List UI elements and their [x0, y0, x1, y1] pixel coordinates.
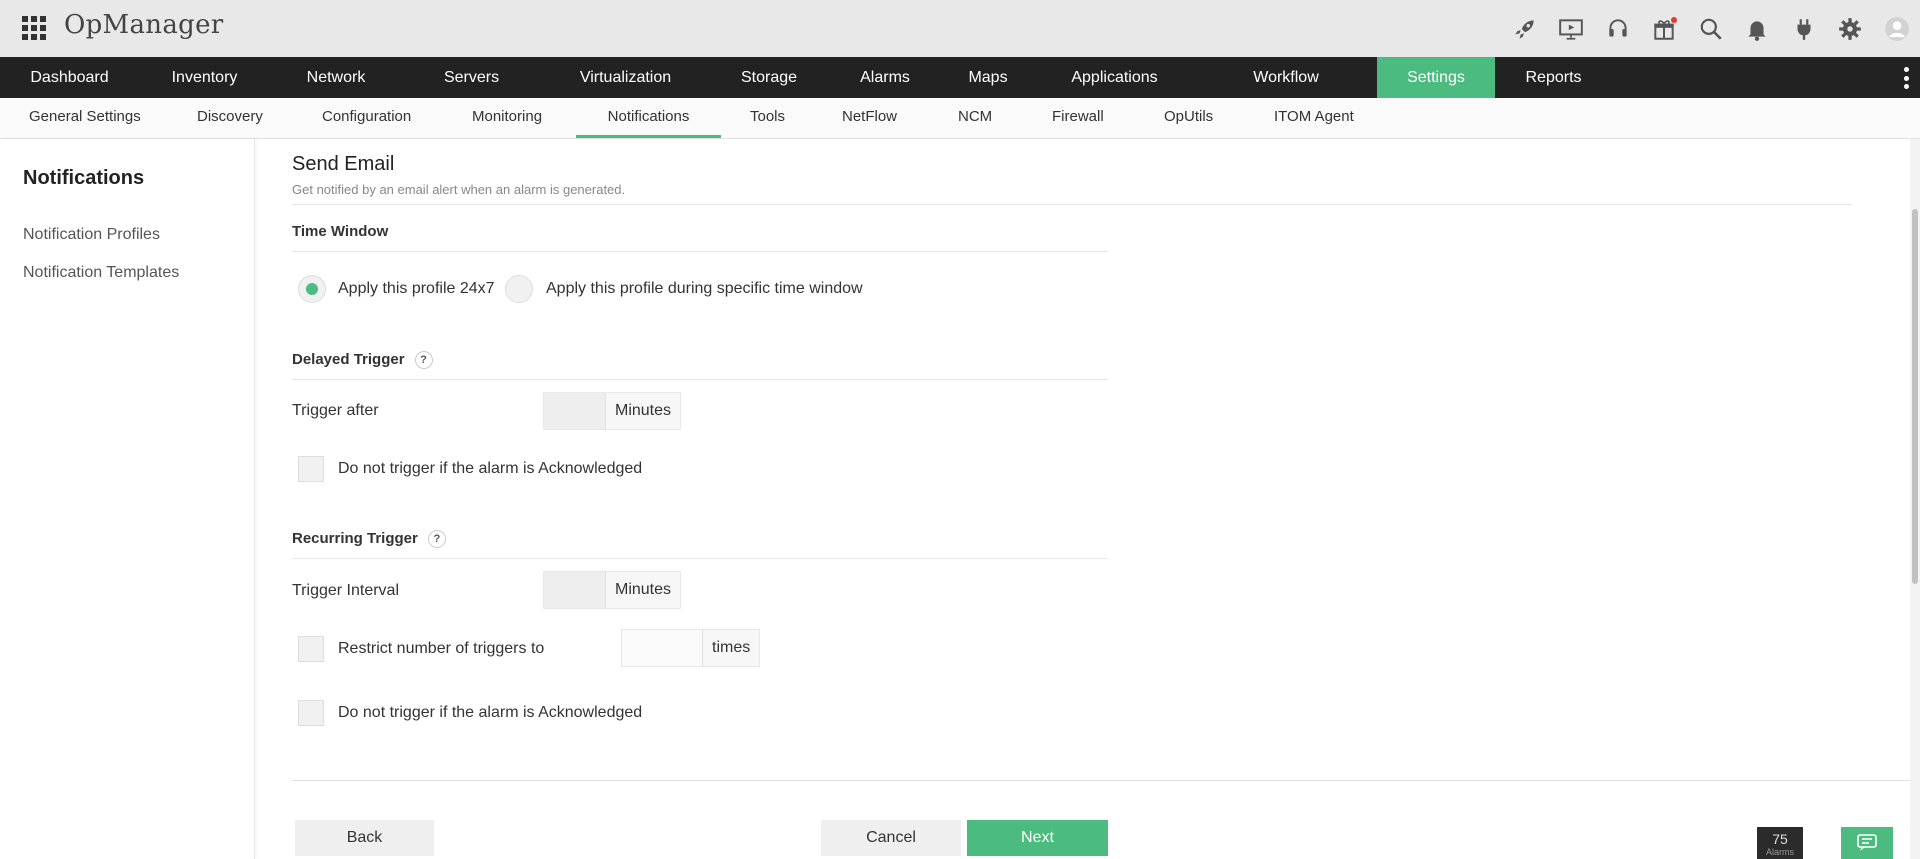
notifications-sidebar: Notifications Notification Profiles Noti…	[0, 139, 255, 859]
subnav-discovery[interactable]: Discovery	[197, 98, 263, 138]
rocket-icon[interactable]	[1502, 0, 1549, 57]
header-icon-bar	[1502, 0, 1920, 57]
delayed-trigger-heading-text: Delayed Trigger	[292, 351, 405, 368]
more-options-icon[interactable]	[1904, 67, 1910, 89]
cancel-button[interactable]: Cancel	[821, 820, 961, 856]
trigger-after-input[interactable]	[544, 393, 606, 429]
divider	[292, 379, 1108, 380]
alarms-count-badge[interactable]: 75 Alarms	[1757, 827, 1803, 859]
recurring-ack-label: Do not trigger if the alarm is Acknowled…	[338, 704, 643, 721]
radio-24x7-label: Apply this profile 24x7	[338, 280, 495, 297]
restrict-triggers-label: Restrict number of triggers to	[338, 640, 545, 657]
radio-specific-time-window-label: Apply this profile during specific time …	[546, 280, 863, 297]
apps-grid-icon[interactable]	[22, 16, 46, 40]
plug-icon[interactable]	[1781, 0, 1828, 57]
subnav-notifications[interactable]: Notifications	[576, 98, 721, 138]
divider	[292, 251, 1108, 252]
delayed-trigger-heading: Delayed Trigger?	[292, 351, 433, 369]
user-avatar-icon[interactable]	[1874, 0, 1920, 57]
nav-reports[interactable]: Reports	[1495, 57, 1612, 98]
trigger-interval-label: Trigger Interval	[292, 582, 399, 599]
nav-inventory[interactable]: Inventory	[139, 57, 270, 98]
next-button[interactable]: Next	[967, 820, 1108, 856]
notification-dot	[1670, 17, 1677, 23]
main-navigation: Dashboard Inventory Network Servers Virt…	[0, 57, 1920, 98]
subnav-configuration[interactable]: Configuration	[322, 98, 411, 138]
nav-applications[interactable]: Applications	[1034, 57, 1195, 98]
bell-icon[interactable]	[1734, 0, 1781, 57]
subnav-monitoring[interactable]: Monitoring	[472, 98, 542, 138]
trigger-interval-unit: Minutes	[606, 572, 681, 608]
alarms-count: 75	[1772, 831, 1788, 847]
nav-storage[interactable]: Storage	[710, 57, 828, 98]
subnav-itom-agent[interactable]: ITOM Agent	[1274, 98, 1354, 138]
trigger-after-unit: Minutes	[606, 393, 681, 429]
page-scrollbar[interactable]	[1910, 139, 1920, 859]
divider	[292, 558, 1108, 559]
back-button[interactable]: Back	[295, 820, 434, 856]
restrict-triggers-group: times	[621, 629, 761, 667]
settings-sub-navigation: General Settings Discovery Configuration…	[0, 98, 1920, 139]
page-title: Send Email	[292, 153, 395, 175]
nav-dashboard[interactable]: Dashboard	[0, 57, 139, 98]
gear-icon[interactable]	[1827, 0, 1874, 57]
sidebar-link-notification-templates[interactable]: Notification Templates	[23, 264, 179, 282]
divider	[292, 204, 1852, 205]
subnav-ncm[interactable]: NCM	[958, 98, 992, 138]
trigger-after-group: Minutes	[543, 392, 682, 430]
recurring-trigger-help-icon[interactable]: ?	[427, 530, 446, 548]
trigger-interval-group: Minutes	[543, 571, 682, 609]
delayed-ack-label: Do not trigger if the alarm is Acknowled…	[338, 460, 643, 477]
time-window-heading: Time Window	[292, 223, 389, 240]
restrict-triggers-checkbox[interactable]	[298, 636, 324, 662]
nav-virtualization[interactable]: Virtualization	[541, 57, 710, 98]
nav-workflow[interactable]: Workflow	[1195, 57, 1377, 98]
gift-icon[interactable]	[1641, 0, 1688, 57]
nav-servers[interactable]: Servers	[402, 57, 541, 98]
subnav-tools[interactable]: Tools	[750, 98, 785, 138]
presentation-play-icon[interactable]	[1548, 0, 1595, 57]
radio-specific-time-window[interactable]	[505, 275, 533, 303]
radio-24x7[interactable]	[298, 275, 326, 303]
divider	[292, 780, 1910, 781]
subnav-firewall[interactable]: Firewall	[1052, 98, 1104, 138]
nav-network[interactable]: Network	[270, 57, 402, 98]
nav-alarms[interactable]: Alarms	[828, 57, 942, 98]
recurring-ack-checkbox[interactable]	[298, 700, 324, 726]
delayed-trigger-help-icon[interactable]: ?	[414, 351, 433, 369]
trigger-interval-input[interactable]	[544, 572, 606, 608]
restrict-triggers-unit: times	[703, 630, 760, 666]
alarms-count-label: Alarms	[1765, 847, 1794, 857]
recurring-trigger-heading: Recurring Trigger?	[292, 530, 446, 548]
delayed-ack-checkbox[interactable]	[298, 456, 324, 482]
search-icon[interactable]	[1688, 0, 1735, 57]
nav-settings[interactable]: Settings	[1377, 57, 1495, 98]
sidebar-title: Notifications	[23, 167, 145, 189]
app-logo-title[interactable]: OpManager	[64, 10, 224, 40]
scrollbar-thumb[interactable]	[1912, 209, 1918, 584]
trigger-after-label: Trigger after	[292, 402, 379, 419]
restrict-triggers-input[interactable]	[622, 630, 703, 666]
top-header: OpManager	[0, 0, 1920, 57]
page-subtitle: Get notified by an email alert when an a…	[292, 182, 626, 197]
subnav-oputils[interactable]: OpUtils	[1164, 98, 1213, 138]
headset-icon[interactable]	[1595, 0, 1642, 57]
recurring-trigger-heading-text: Recurring Trigger	[292, 530, 418, 547]
subnav-general-settings[interactable]: General Settings	[29, 98, 141, 138]
nav-maps[interactable]: Maps	[942, 57, 1034, 98]
sidebar-link-notification-profiles[interactable]: Notification Profiles	[23, 226, 160, 244]
subnav-netflow[interactable]: NetFlow	[842, 98, 897, 138]
chat-icon[interactable]	[1841, 827, 1893, 859]
